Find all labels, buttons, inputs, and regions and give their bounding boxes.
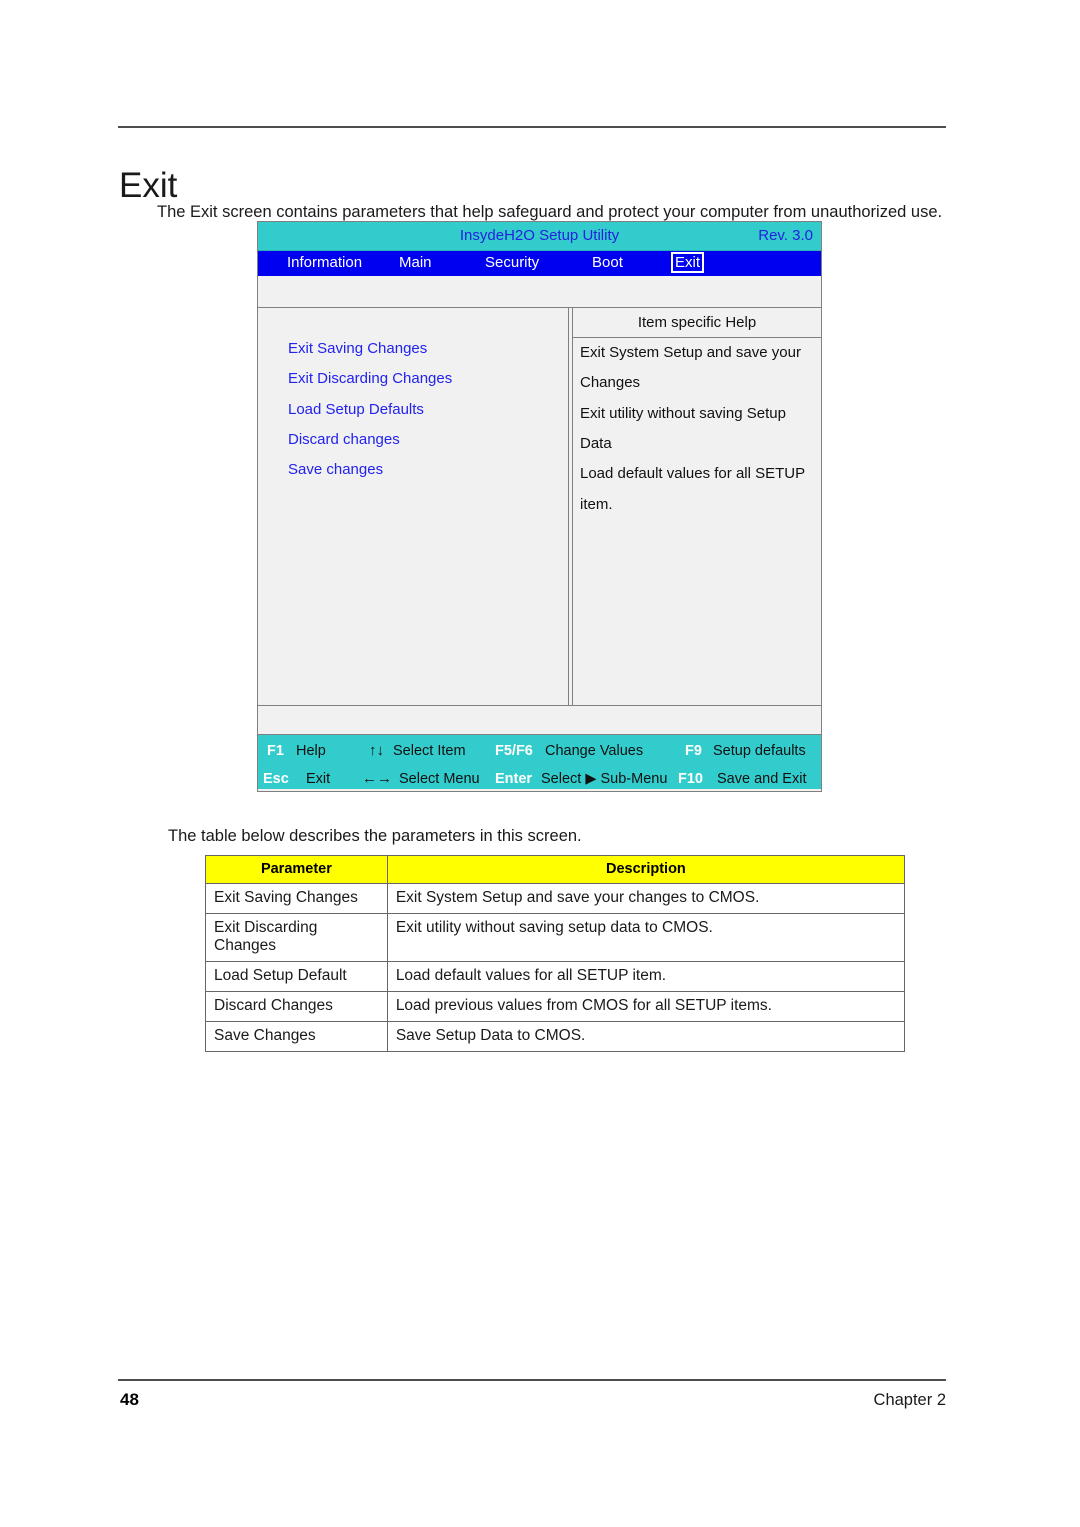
bios-lower-spacer — [258, 706, 821, 735]
cell-parameter: Exit Saving Changes — [205, 883, 388, 914]
bios-menu-item-boot[interactable]: Boot — [590, 254, 625, 271]
bios-option-save-changes[interactable]: Save changes — [288, 461, 383, 478]
cell-parameter: Load Setup Default — [205, 961, 388, 992]
cell-parameter: Save Changes — [205, 1021, 388, 1052]
key-f9-desc: Setup defaults — [713, 743, 806, 759]
bios-help-panel: Item specific Help Exit System Setup and… — [572, 308, 821, 705]
up-down-arrow-icon: ↑↓ — [369, 742, 384, 759]
cell-description: Save Setup Data to CMOS. — [386, 1021, 906, 1052]
key-esc-desc: Exit — [306, 771, 331, 787]
cell-description: Exit utility without saving setup data t… — [386, 913, 906, 962]
bios-menu-item-information[interactable]: Information — [285, 254, 364, 271]
cell-parameter: Discard Changes — [205, 991, 388, 1022]
bios-help-heading: Item specific Help — [573, 308, 821, 338]
page-header-rule — [118, 126, 946, 128]
key-f5f6-desc: Change Values — [545, 743, 644, 759]
key-f1-desc: Help — [296, 743, 326, 759]
bios-content-area: Exit Saving Changes Exit Discarding Chan… — [258, 308, 821, 706]
table-row: Load Setup Default Load default values f… — [205, 961, 906, 992]
bios-option-exit-saving-changes[interactable]: Exit Saving Changes — [288, 340, 427, 357]
key-esc-label: Esc — [263, 771, 289, 787]
table-row: Exit Discarding Changes Exit utility wit… — [205, 913, 906, 962]
key-select-menu-desc: Select Menu — [399, 771, 480, 787]
key-enter-desc: Select ▶ Sub-Menu — [541, 771, 668, 787]
cell-description: Exit System Setup and save your changes … — [386, 883, 906, 914]
page-title: Exit — [119, 166, 178, 206]
column-header-description: Description — [386, 855, 906, 884]
bios-function-key-bar: F1 Help ↑↓ Select Item F5/F6 Change Valu… — [258, 735, 821, 789]
table-row: Exit Saving Changes Exit System Setup an… — [205, 883, 906, 914]
bios-title-bar: InsydeH2O Setup Utility Rev. 3.0 — [258, 222, 821, 251]
footer-chapter-label: Chapter 2 — [873, 1391, 946, 1409]
cell-description: Load previous values from CMOS for all S… — [386, 991, 906, 1022]
footer-page-number: 48 — [120, 1390, 139, 1409]
bios-help-line-3: Exit utility without saving Setup — [580, 405, 786, 422]
bios-menu-bar: Information Main Security Boot Exit — [258, 251, 821, 276]
bios-upper-spacer — [258, 276, 821, 308]
table-caption: The table below describes the parameters… — [168, 826, 582, 845]
bios-setup-screenshot: InsydeH2O Setup Utility Rev. 3.0 Informa… — [257, 221, 822, 792]
table-row: Discard Changes Load previous values fro… — [205, 991, 906, 1022]
bios-help-line-6: item. — [580, 496, 613, 513]
key-f1-label: F1 — [267, 743, 284, 759]
key-select-item-desc: Select Item — [393, 743, 466, 759]
page-footer-rule — [118, 1379, 946, 1381]
cell-description: Load default values for all SETUP item. — [386, 961, 906, 992]
bios-help-line-2: Changes — [580, 374, 641, 391]
key-f9-label: F9 — [685, 743, 702, 759]
key-f10-desc: Save and Exit — [717, 771, 807, 787]
key-f5f6-label: F5/F6 — [495, 743, 533, 759]
bios-option-exit-discarding-changes[interactable]: Exit Discarding Changes — [288, 370, 452, 387]
bios-option-load-setup-defaults[interactable]: Load Setup Defaults — [288, 401, 424, 418]
bios-revision-label: Rev. 3.0 — [758, 227, 813, 244]
bios-menu-item-main[interactable]: Main — [397, 254, 434, 271]
table-row: Save Changes Save Setup Data to CMOS. — [205, 1021, 906, 1052]
cell-parameter: Exit Discarding Changes — [205, 913, 388, 962]
bios-help-line-4: Data — [580, 435, 612, 452]
column-header-parameter: Parameter — [205, 855, 388, 884]
bios-menu-item-security[interactable]: Security — [483, 254, 541, 271]
bios-menu-item-exit-selected[interactable]: Exit — [671, 252, 705, 273]
key-enter-label: Enter — [495, 771, 533, 787]
bios-options-panel: Exit Saving Changes Exit Discarding Chan… — [258, 308, 569, 705]
bios-option-discard-changes[interactable]: Discard changes — [288, 431, 400, 448]
bios-help-line-1: Exit System Setup and save your — [580, 344, 801, 361]
parameter-description-table: Parameter Description Exit Saving Change… — [205, 855, 906, 1052]
intro-paragraph: The Exit screen contains parameters that… — [157, 202, 943, 221]
bios-help-line-5: Load default values for all SETUP — [580, 465, 806, 482]
left-right-arrow-icon: ←→ — [362, 770, 392, 787]
table-header-row: Parameter Description — [205, 855, 906, 884]
key-f10-label: F10 — [678, 771, 703, 787]
bios-utility-title: InsydeH2O Setup Utility — [459, 227, 620, 244]
